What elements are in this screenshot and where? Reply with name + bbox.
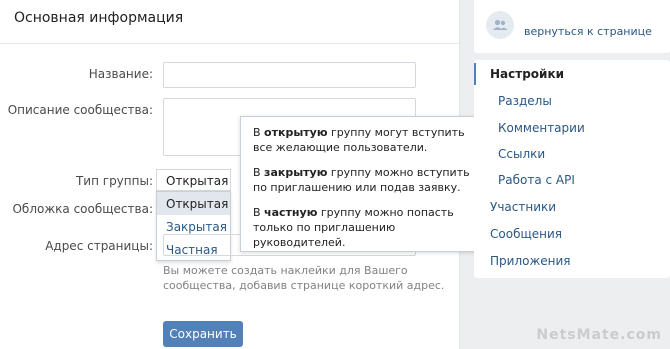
settings-nav: Настройки Разделы Комментарии Ссылки Раб… — [474, 60, 670, 278]
nav-item-links[interactable]: Ссылки — [498, 147, 545, 161]
address-label: Адрес страницы: — [45, 239, 153, 253]
option-open[interactable]: Открытая — [157, 192, 230, 215]
tooltip-closed: В закрытую группу можно вступить по приг… — [253, 166, 470, 194]
back-card: вернуться к странице — [474, 0, 670, 53]
save-button[interactable]: Сохранить — [163, 321, 243, 347]
nav-item-api[interactable]: Работа с API — [498, 173, 575, 187]
nav-item-sections[interactable]: Разделы — [498, 94, 552, 108]
group-avatar[interactable] — [486, 11, 514, 39]
cover-label: Обложка сообщества: — [12, 202, 153, 216]
description-label: Описание сообщества: — [7, 103, 153, 117]
group-type-value: Открытая — [166, 174, 229, 188]
divider — [0, 43, 459, 44]
group-type-label: Тип группы: — [75, 174, 153, 188]
address-hint: Вы можете создать наклейки для Вашего со… — [163, 264, 445, 292]
group-type-select[interactable]: Открытая — [156, 169, 231, 191]
back-to-page-link[interactable]: вернуться к странице — [524, 25, 652, 38]
nav-item-members[interactable]: Участники — [490, 200, 556, 214]
tooltip-private: В частную группу можно попасть только по… — [253, 206, 454, 249]
nav-item-comments[interactable]: Комментарии — [498, 121, 585, 135]
nav-item-messages[interactable]: Сообщения — [490, 227, 562, 241]
page-title: Основная информация — [14, 10, 184, 26]
name-input[interactable] — [163, 62, 416, 88]
group-type-tooltip: В открытую группу могут вступить все жел… — [240, 116, 494, 252]
watermark: NetsMate.com — [536, 327, 662, 343]
name-label: Название: — [88, 67, 153, 81]
active-indicator — [474, 63, 476, 85]
nav-item-settings[interactable]: Настройки — [490, 67, 564, 81]
group-icon — [493, 19, 508, 30]
tooltip-open: В открытую группу могут вступить все жел… — [253, 126, 465, 154]
nav-item-apps[interactable]: Приложения — [490, 254, 571, 268]
